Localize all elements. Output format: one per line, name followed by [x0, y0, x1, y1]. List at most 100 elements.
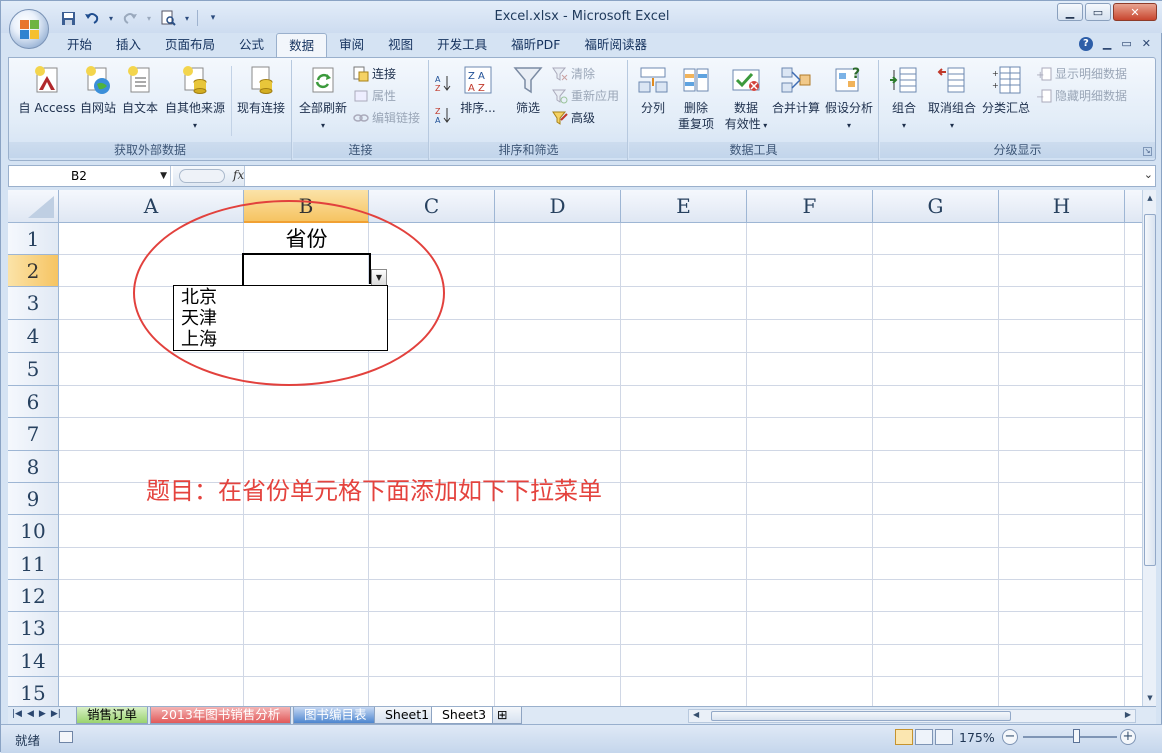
column-header-partial[interactable] [1125, 190, 1142, 223]
group-data-tools: 分列 删除 重复项 数据 有效性 ▾ 合并计算 ? 假设分析 ▾ 数据工具 [629, 60, 879, 160]
row-header-15[interactable]: 15 [8, 677, 59, 706]
row-header-3[interactable]: 3 [8, 287, 59, 320]
sheet-tab-book-catalog[interactable]: 图书编目表 [293, 707, 378, 724]
data-validation-button[interactable]: 数据 有效性 ▾ [721, 64, 771, 134]
tab-home[interactable]: 开始 [55, 33, 104, 57]
tab-review[interactable]: 审阅 [327, 33, 376, 57]
group-label-connections: 连接 [293, 142, 428, 158]
first-sheet-icon[interactable]: |◀ [12, 709, 22, 719]
tab-developer[interactable]: 开发工具 [425, 33, 499, 57]
row-header-5[interactable]: 5 [8, 353, 59, 386]
from-access-button[interactable]: 自 Access [17, 64, 77, 116]
vertical-scrollbar[interactable]: ▲ ▼ [1142, 190, 1156, 706]
refresh-all-button[interactable]: 全部刷新 ▾ [297, 64, 349, 134]
page-break-preview-icon[interactable] [935, 729, 953, 745]
column-header-e[interactable]: E [621, 190, 747, 223]
column-header-d[interactable]: D [495, 190, 621, 223]
row-header-7[interactable]: 7 [8, 418, 59, 451]
row-header-1[interactable]: 1 [8, 223, 59, 255]
gridline [59, 514, 1142, 515]
what-if-dropdown-icon: ▾ [846, 121, 851, 130]
from-web-button[interactable]: 自网站 [77, 64, 119, 116]
row-header-4[interactable]: 4 [8, 320, 59, 353]
gridline [872, 223, 873, 706]
select-all-corner[interactable] [8, 190, 59, 223]
name-box-dropdown-icon[interactable]: ▼ [160, 166, 167, 186]
subtotal-button[interactable]: + + 分类汇总 [980, 64, 1032, 116]
column-header-g[interactable]: G [873, 190, 999, 223]
consolidate-button[interactable]: 合并计算 [771, 64, 821, 116]
formula-input[interactable] [249, 166, 1139, 186]
tab-data[interactable]: 数据 [276, 33, 328, 57]
next-sheet-icon[interactable]: ▶ [39, 709, 46, 719]
filter-button[interactable]: 筛选 [508, 64, 548, 116]
expand-formula-bar-icon[interactable]: ⌄ [1144, 168, 1153, 181]
scroll-right-arrow-icon[interactable]: ▶ [1125, 710, 1131, 719]
tab-insert[interactable]: 插入 [104, 33, 153, 57]
row-header-8[interactable]: 8 [8, 451, 59, 483]
horizontal-scrollbar[interactable]: ◀ ▶ [688, 709, 1136, 723]
office-button[interactable] [9, 9, 49, 49]
remove-duplicates-icon [680, 64, 712, 96]
sort-descending-button[interactable]: ZA [434, 104, 451, 125]
row-header-2[interactable]: 2 [8, 255, 59, 287]
row-header-14[interactable]: 14 [8, 645, 59, 677]
tab-page-layout[interactable]: 页面布局 [153, 33, 227, 57]
tab-formulas[interactable]: 公式 [227, 33, 276, 57]
column-header-f[interactable]: F [747, 190, 873, 223]
horizontal-scroll-thumb[interactable] [711, 711, 1011, 721]
restore-button[interactable]: ▭ [1085, 3, 1111, 21]
sheet-tab-sales-orders[interactable]: 销售订单 [76, 707, 149, 724]
remove-duplicates-button[interactable]: 删除 重复项 [675, 64, 717, 132]
row-header-12[interactable]: 12 [8, 580, 59, 612]
close-button[interactable]: ✕ [1113, 3, 1157, 21]
row-header-13[interactable]: 13 [8, 612, 59, 645]
zoom-out-icon[interactable]: − [1002, 729, 1018, 745]
zoom-level[interactable]: 175% [959, 730, 995, 745]
minimize-button[interactable]: ▁ [1057, 3, 1083, 21]
sheet-tab-sheet3-active[interactable]: Sheet3 [431, 707, 498, 724]
sort-ascending-button[interactable]: AZ [434, 72, 451, 93]
prev-sheet-icon[interactable]: ◀ [27, 709, 34, 719]
name-box[interactable]: B2 ▼ [9, 166, 171, 186]
group-button[interactable]: 组合 ▾ [884, 64, 924, 134]
sort-button[interactable]: Z AA Z 排序... [458, 64, 498, 116]
tab-foxit-reader[interactable]: 福昕阅读器 [572, 33, 659, 57]
vertical-scroll-thumb[interactable] [1144, 214, 1156, 566]
connections-button[interactable]: 连接 [353, 64, 396, 84]
zoom-slider-thumb[interactable] [1073, 729, 1080, 743]
formula-bar-handle[interactable] [179, 169, 225, 183]
from-text-button[interactable]: 自文本 [119, 64, 161, 116]
zoom-slider[interactable] [1023, 736, 1117, 738]
zoom-in-icon[interactable]: + [1120, 729, 1136, 745]
normal-view-icon[interactable] [895, 729, 913, 745]
row-header-9[interactable]: 9 [8, 483, 59, 515]
help-icon[interactable]: ? [1078, 37, 1093, 51]
ribbon-minimize-icon[interactable]: ▁ [1103, 37, 1111, 51]
last-sheet-icon[interactable]: ▶| [51, 709, 61, 719]
from-other-sources-button[interactable]: 自其他来源 ▾ [161, 64, 229, 134]
row-header-11[interactable]: 11 [8, 548, 59, 580]
row-header-10[interactable]: 10 [8, 515, 59, 548]
existing-connections-button[interactable]: 现有连接 [234, 64, 288, 116]
ungroup-button[interactable]: 取消组合 ▾ [926, 64, 978, 134]
tab-foxit-pdf[interactable]: 福昕PDF [499, 33, 572, 57]
text-to-columns-button[interactable]: 分列 [633, 64, 673, 116]
column-header-c[interactable]: C [369, 190, 495, 223]
outline-dialog-launcher-icon[interactable]: ↘ [1143, 147, 1152, 156]
tab-view[interactable]: 视图 [376, 33, 425, 57]
insert-function-icon[interactable]: fx [233, 168, 244, 182]
scroll-down-arrow-icon[interactable]: ▼ [1144, 692, 1156, 704]
column-header-h[interactable]: H [999, 190, 1125, 223]
page-layout-view-icon[interactable] [915, 729, 933, 745]
ribbon-close-icon[interactable]: ✕ [1142, 37, 1151, 51]
scroll-up-arrow-icon[interactable]: ▲ [1144, 192, 1156, 204]
sheet-tab-book-sales-analysis[interactable]: 2013年图书销售分析 [150, 707, 292, 724]
ribbon-restore-icon[interactable]: ▭ [1121, 37, 1131, 51]
scroll-left-arrow-icon[interactable]: ◀ [693, 710, 699, 719]
advanced-filter-button[interactable]: 高级 [552, 108, 595, 128]
insert-sheet-tab[interactable]: ⊞ [492, 707, 522, 724]
row-header-6[interactable]: 6 [8, 386, 59, 418]
what-if-analysis-button[interactable]: ? 假设分析 ▾ [823, 64, 875, 134]
macro-record-icon[interactable] [59, 731, 73, 743]
